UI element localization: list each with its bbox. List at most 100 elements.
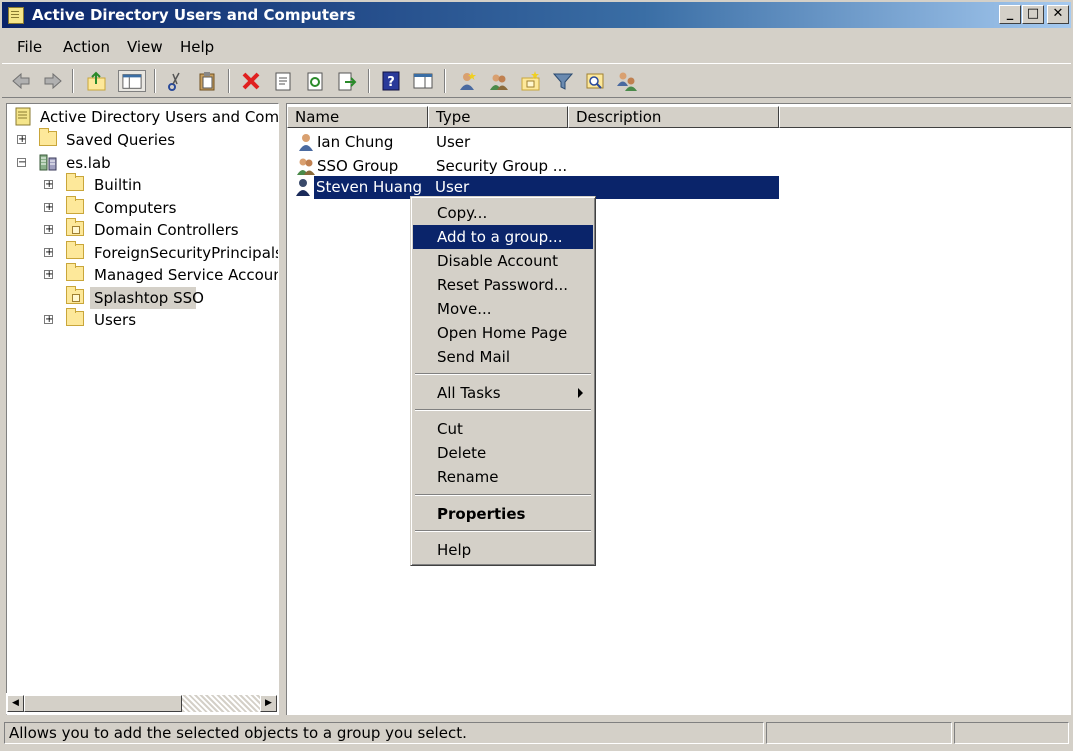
ou-folder-icon: [66, 286, 84, 304]
scroll-right-button[interactable]: ▶: [260, 695, 277, 712]
column-header-filler: [779, 106, 1071, 128]
menu-item-send-mail[interactable]: Send Mail: [413, 345, 593, 369]
menu-separator: [415, 530, 591, 532]
tree-item-label: Domain Controllers: [94, 221, 239, 239]
status-pane-3: [954, 722, 1069, 744]
expand-icon[interactable]: +: [44, 225, 53, 235]
menu-item-reset-password[interactable]: Reset Password...: [413, 273, 593, 297]
menu-item-add-to-group[interactable]: Add to a group...: [413, 225, 593, 249]
folder-icon: [39, 128, 57, 146]
folder-icon: [66, 308, 84, 326]
menu-item-copy[interactable]: Copy...: [413, 201, 593, 225]
show-tree-icon[interactable]: [118, 70, 146, 92]
menu-item-delete[interactable]: Delete: [413, 441, 593, 465]
status-text: Allows you to add the selected objects t…: [4, 722, 764, 744]
tree-item-label: ForeignSecurityPrincipals: [94, 244, 279, 262]
submenu-arrow-icon: [578, 388, 583, 398]
expand-icon[interactable]: +: [44, 315, 53, 325]
show-pane-icon[interactable]: [412, 70, 434, 92]
menu-bar: File Action View Help: [2, 32, 1071, 60]
properties-icon[interactable]: [272, 70, 294, 92]
app-window: Active Directory Users and Computers _ □…: [0, 0, 1073, 751]
tree-item-label: Saved Queries: [66, 131, 176, 149]
folder-icon: [66, 241, 84, 259]
expand-icon[interactable]: +: [44, 203, 53, 213]
help-icon[interactable]: ?: [380, 70, 402, 92]
scroll-thumb[interactable]: [24, 695, 182, 712]
status-pane-2: [766, 722, 952, 744]
row-type: User: [436, 133, 471, 151]
user-icon: [299, 134, 313, 151]
row-name: SSO Group: [317, 157, 399, 175]
menu-item-all-tasks[interactable]: All Tasks: [413, 381, 593, 405]
menu-view[interactable]: View: [127, 38, 163, 56]
filter-icon[interactable]: [552, 70, 574, 92]
toolbar-separator: [154, 69, 156, 93]
minimize-button[interactable]: _: [999, 5, 1021, 24]
column-header-type[interactable]: Type: [428, 106, 568, 128]
group-icon: [297, 158, 315, 175]
folder-icon: [66, 196, 84, 214]
context-menu: Copy... Add to a group... Disable Accoun…: [410, 196, 596, 566]
status-bar: Allows you to add the selected objects t…: [2, 720, 1071, 747]
menu-item-properties[interactable]: Properties: [413, 502, 593, 526]
maximize-button[interactable]: □: [1022, 5, 1044, 24]
collapse-icon[interactable]: −: [17, 158, 26, 168]
tree-item-label: Managed Service Accounts: [94, 266, 279, 284]
menu-item-help[interactable]: Help: [413, 538, 593, 562]
menu-separator: [415, 373, 591, 375]
expand-icon[interactable]: +: [44, 270, 53, 280]
domain-icon: [39, 154, 57, 171]
new-ou-icon[interactable]: [520, 70, 542, 92]
app-icon: [8, 7, 24, 24]
cut-icon[interactable]: [164, 70, 186, 92]
tree-pane[interactable]: Active Directory Users and Comput + Save…: [6, 103, 279, 715]
toolbar-separator: [444, 69, 446, 93]
scroll-left-button[interactable]: ◀: [7, 695, 24, 712]
menu-item-disable-account[interactable]: Disable Account: [413, 249, 593, 273]
user-icon: [296, 179, 310, 196]
paste-icon[interactable]: [196, 70, 218, 92]
folder-icon: [66, 173, 84, 191]
new-group-icon[interactable]: [488, 70, 510, 92]
column-header-name[interactable]: Name: [287, 106, 428, 128]
menu-item-open-home-page[interactable]: Open Home Page: [413, 321, 593, 345]
delete-icon[interactable]: [240, 70, 262, 92]
close-button[interactable]: ✕: [1047, 5, 1069, 24]
column-header-description[interactable]: Description: [568, 106, 779, 128]
menu-separator: [415, 409, 591, 411]
refresh-icon[interactable]: [304, 70, 326, 92]
back-icon[interactable]: [10, 70, 32, 92]
row-name: Steven Huang: [316, 178, 423, 196]
menu-item-move[interactable]: Move...: [413, 297, 593, 321]
list-row-sso-group[interactable]: SSO Group Security Group ...: [293, 155, 763, 178]
menu-action[interactable]: Action: [63, 38, 110, 56]
tree-horizontal-scrollbar[interactable]: ◀ ▶: [6, 693, 279, 714]
toolbar-separator: [72, 69, 74, 93]
menu-help[interactable]: Help: [180, 38, 214, 56]
find-icon[interactable]: [584, 70, 606, 92]
expand-icon[interactable]: +: [44, 248, 53, 258]
menu-item-cut[interactable]: Cut: [413, 417, 593, 441]
expand-icon[interactable]: +: [44, 180, 53, 190]
menu-item-rename[interactable]: Rename: [413, 465, 593, 489]
folder-icon: [66, 263, 84, 281]
tree-root-label: Active Directory Users and Comput: [40, 108, 279, 126]
row-name: Ian Chung: [317, 133, 394, 151]
menu-file[interactable]: File: [17, 38, 42, 56]
tree-item-label: Users: [94, 311, 137, 329]
list-row-ian-chung[interactable]: Ian Chung User: [293, 131, 763, 154]
tree-item-label: Builtin: [94, 176, 142, 194]
row-type: Security Group ...: [436, 157, 568, 175]
ou-folder-icon: [66, 218, 84, 236]
forward-icon[interactable]: [42, 70, 64, 92]
expand-icon[interactable]: +: [17, 135, 26, 145]
add-to-group-icon[interactable]: [616, 70, 638, 92]
tree-item-label: es.lab: [66, 154, 111, 172]
title-bar[interactable]: Active Directory Users and Computers _ □…: [2, 2, 1071, 28]
tree-item-label: Computers: [94, 199, 177, 217]
up-folder-icon[interactable]: [86, 70, 108, 92]
export-list-icon[interactable]: [336, 70, 358, 92]
new-user-icon[interactable]: [456, 70, 478, 92]
toolbar-separator: [228, 69, 230, 93]
